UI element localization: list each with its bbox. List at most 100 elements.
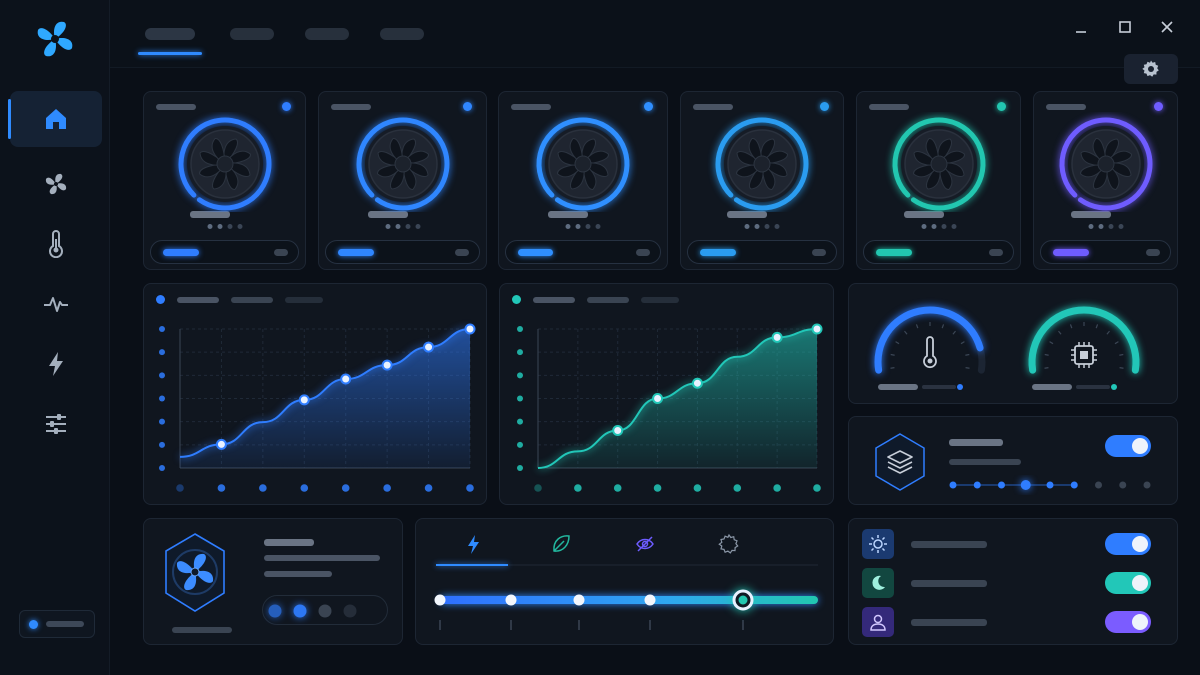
maximize-button[interactable] [1114, 16, 1136, 38]
fan-status-dot [997, 102, 1006, 111]
profile-step[interactable] [1143, 481, 1151, 489]
profile-step[interactable] [998, 481, 1005, 489]
profile-step[interactable] [1020, 480, 1031, 490]
fan-curve-chart-2[interactable] [500, 284, 835, 506]
tab-3[interactable] [305, 28, 349, 40]
profile-step[interactable] [973, 481, 981, 489]
data-point[interactable] [771, 331, 783, 343]
fan-curve-chart-1[interactable] [144, 284, 488, 506]
y-tick-dot [517, 395, 523, 402]
nav-fans[interactable] [10, 156, 102, 212]
profile-step[interactable] [949, 481, 957, 489]
profile-step[interactable] [1070, 481, 1078, 489]
fan-speed-bar[interactable] [1040, 240, 1171, 264]
mode-controls[interactable] [416, 519, 835, 646]
leaf-icon[interactable] [553, 535, 570, 552]
slider-stop[interactable] [644, 594, 656, 606]
sun-icon [862, 529, 894, 559]
area-fill [538, 329, 817, 468]
nav-power[interactable] [10, 336, 102, 392]
profile-step[interactable] [1119, 481, 1127, 489]
temperature-gauges-card [848, 283, 1178, 404]
user-toggle[interactable] [1105, 611, 1151, 633]
x-tick-dot [534, 484, 542, 492]
tab-1[interactable] [145, 28, 195, 40]
data-point[interactable] [691, 377, 703, 389]
selector-dot[interactable] [293, 604, 307, 618]
gauge-arc [1028, 306, 1140, 374]
minimize-button[interactable] [1070, 16, 1092, 38]
y-tick-dot [159, 326, 165, 332]
nav-monitor[interactable] [10, 276, 102, 332]
nav-temperature[interactable] [10, 216, 102, 272]
x-tick-dot [217, 484, 226, 492]
settings-button[interactable] [1124, 54, 1178, 84]
profile-subtitle [949, 459, 1021, 465]
toggle-label-3 [911, 619, 987, 626]
fan-card-1[interactable] [143, 91, 306, 270]
fan-detail-selector[interactable] [262, 595, 388, 625]
close-button[interactable] [1156, 16, 1178, 38]
sun-toggle[interactable] [1105, 533, 1151, 555]
tab-4[interactable] [380, 28, 424, 40]
fan-speed-bar[interactable] [687, 240, 837, 264]
fan-card-5[interactable] [856, 91, 1021, 270]
mode-card [415, 518, 834, 645]
selector-dot[interactable] [343, 604, 357, 618]
data-point[interactable] [381, 359, 393, 371]
x-tick-dot [341, 484, 350, 492]
fan-card-title [1046, 104, 1086, 110]
data-point[interactable] [464, 323, 476, 335]
selector-dot[interactable] [268, 604, 282, 618]
fan-page-dots [385, 224, 420, 229]
gear-icon[interactable] [718, 533, 739, 554]
profile-step[interactable] [1046, 481, 1054, 489]
fan-page-dots [921, 224, 956, 229]
lightning-icon[interactable] [468, 535, 479, 554]
fan-card-title [331, 104, 371, 110]
profile-step-slider[interactable] [945, 475, 1155, 495]
connection-status[interactable] [19, 610, 95, 638]
gauge-track [1028, 306, 1140, 374]
toggle-label-1 [911, 541, 987, 548]
data-point[interactable] [423, 341, 435, 353]
data-point[interactable] [652, 393, 664, 404]
fan-card-2[interactable] [318, 91, 487, 270]
fan-page-dots [565, 224, 601, 229]
fan-logo-icon[interactable] [30, 14, 80, 64]
fan-speed-bar[interactable] [505, 240, 661, 264]
fan-card-6[interactable] [1033, 91, 1178, 270]
fan-speed-bar[interactable] [863, 240, 1014, 264]
slider-stop[interactable] [434, 594, 446, 606]
data-point[interactable] [811, 323, 823, 335]
profile-card [848, 416, 1178, 505]
tab-2[interactable] [230, 28, 274, 40]
data-point[interactable] [298, 394, 310, 406]
x-tick-dot [259, 484, 267, 492]
x-tick-dot [773, 484, 781, 492]
selector-dot[interactable] [318, 604, 332, 618]
x-tick-dot [176, 484, 184, 492]
data-point[interactable] [340, 373, 352, 385]
fan-speed-bar[interactable] [325, 240, 480, 264]
slider-stop[interactable] [573, 594, 585, 606]
y-tick-dot [159, 465, 165, 471]
minimize-icon [1076, 31, 1086, 33]
fan-card-subtitle [367, 211, 408, 218]
eye-off-icon[interactable] [636, 536, 654, 552]
profile-step[interactable] [1095, 481, 1102, 489]
data-point[interactable] [215, 438, 227, 450]
fan-speed-bar[interactable] [150, 240, 299, 264]
slider-stop[interactable] [505, 594, 517, 606]
nav-home[interactable] [8, 91, 102, 147]
nav-tuning[interactable] [10, 396, 102, 452]
fan-card-subtitle [903, 211, 944, 218]
fan-card-subtitle [727, 211, 767, 218]
mode-slider-track[interactable] [440, 596, 818, 604]
y-tick-dot [517, 372, 523, 379]
fan-card-4[interactable] [680, 91, 844, 270]
moon-toggle[interactable] [1105, 572, 1151, 594]
data-point[interactable] [612, 424, 624, 436]
fan-card-3[interactable] [498, 91, 668, 270]
profile-toggle[interactable] [1105, 435, 1151, 457]
